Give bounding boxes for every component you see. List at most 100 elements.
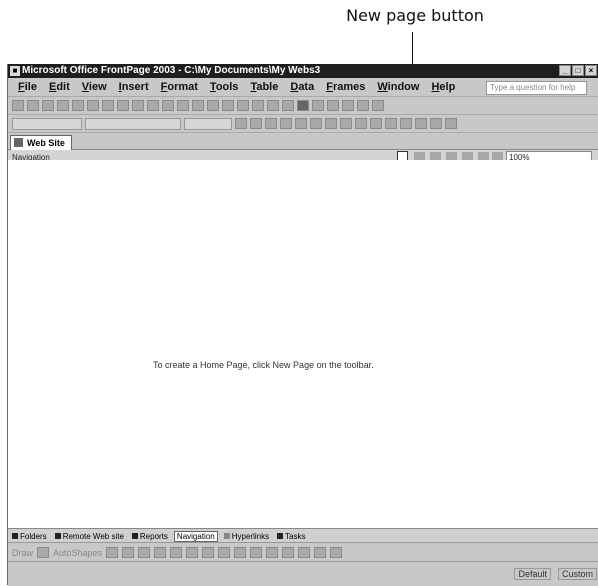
borders-icon[interactable] <box>415 118 427 129</box>
frontpage-icon[interactable]: ■ <box>10 66 20 76</box>
insert-layer-icon[interactable] <box>267 100 279 111</box>
window-controls: _ □ × <box>559 65 597 76</box>
highlight-icon[interactable] <box>430 118 442 129</box>
view-tab-navigation[interactable]: Navigation <box>173 530 218 542</box>
align-center-icon[interactable] <box>295 118 307 129</box>
oval-icon[interactable] <box>154 547 167 558</box>
new-document-icon[interactable] <box>12 100 24 111</box>
view-tab-tasks[interactable]: Tasks <box>275 532 307 541</box>
status-bar: Default Custom <box>8 561 598 586</box>
paste-icon[interactable] <box>177 100 189 111</box>
view-tab-folders[interactable]: Folders <box>10 532 49 541</box>
decrease-indent-icon[interactable] <box>385 118 397 129</box>
shadow-icon[interactable] <box>314 547 327 558</box>
menu-frames[interactable]: Frames <box>320 81 371 93</box>
menu-file[interactable]: File <box>12 81 43 93</box>
menu-data[interactable]: Data <box>284 81 320 93</box>
status-default: Default <box>514 568 551 580</box>
rectangle-icon[interactable] <box>138 547 151 558</box>
publish-icon[interactable] <box>72 100 84 111</box>
insert-picture-icon[interactable] <box>202 547 215 558</box>
application-window: ■ Microsoft Office FrontPage 2003 - C:\M… <box>7 64 598 586</box>
web-component-icon[interactable] <box>237 100 249 111</box>
redo-icon[interactable] <box>222 100 234 111</box>
menu-tools[interactable]: Tools <box>204 81 245 93</box>
bold-icon[interactable] <box>235 118 247 129</box>
align-right-icon[interactable] <box>310 118 322 129</box>
spelling-icon[interactable] <box>132 100 144 111</box>
drawing-icon[interactable] <box>297 100 309 111</box>
arrow-style-icon[interactable] <box>298 547 311 558</box>
minimize-icon[interactable]: _ <box>559 65 571 76</box>
menu-format[interactable]: Format <box>155 81 204 93</box>
close-icon[interactable]: × <box>585 65 597 76</box>
increase-indent-icon[interactable] <box>400 118 412 129</box>
restore-icon[interactable]: □ <box>572 65 584 76</box>
draw-menu[interactable]: Draw <box>12 548 33 558</box>
standard-toolbar <box>8 97 598 115</box>
menu-view[interactable]: View <box>76 81 113 93</box>
bullets-icon[interactable] <box>370 118 382 129</box>
menu-insert[interactable]: Insert <box>113 81 155 93</box>
view-tabs: Folders Remote Web site Reports Navigati… <box>8 528 598 543</box>
help-search-input[interactable]: Type a question for help <box>486 81 587 95</box>
line-style-icon[interactable] <box>266 547 279 558</box>
menu-window[interactable]: Window <box>371 81 425 93</box>
menu-help[interactable]: Help <box>425 81 461 93</box>
increase-font-icon[interactable] <box>340 118 352 129</box>
help-icon[interactable] <box>372 100 384 111</box>
drawing-toolbar: Draw AutoShapes <box>8 542 598 562</box>
autoshapes-menu[interactable]: AutoShapes <box>53 548 102 558</box>
menu-table[interactable]: Table <box>244 81 284 93</box>
3d-icon[interactable] <box>330 547 343 558</box>
font-color-icon[interactable] <box>250 547 263 558</box>
insert-table-icon[interactable] <box>252 100 264 111</box>
web-site-icon <box>14 138 23 147</box>
text-box-icon[interactable] <box>170 547 183 558</box>
line-color-icon[interactable] <box>234 547 247 558</box>
numbering-icon[interactable] <box>355 118 367 129</box>
toggle-pane-icon[interactable] <box>87 100 99 111</box>
format-painter-icon[interactable] <box>192 100 204 111</box>
font-dropdown[interactable] <box>85 117 181 130</box>
dash-style-icon[interactable] <box>282 547 295 558</box>
select-objects-icon[interactable] <box>37 547 50 558</box>
style-dropdown[interactable] <box>12 117 82 130</box>
view-tab-remote-web-site[interactable]: Remote Web site <box>53 532 126 541</box>
menu-edit[interactable]: Edit <box>43 81 76 93</box>
tab-web-site[interactable]: Web Site <box>10 135 72 150</box>
refresh-icon[interactable] <box>327 100 339 111</box>
empty-site-message: To create a Home Page, click New Page on… <box>153 360 374 370</box>
italic-icon[interactable] <box>250 118 262 129</box>
open-icon[interactable] <box>27 100 39 111</box>
arrow-icon[interactable] <box>122 547 135 558</box>
save-icon[interactable] <box>42 100 54 111</box>
preview-icon[interactable] <box>117 100 129 111</box>
fill-color-icon[interactable] <box>218 547 231 558</box>
copy-icon[interactable] <box>162 100 174 111</box>
tab-web-site-label: Web Site <box>27 138 65 148</box>
window-title: Microsoft Office FrontPage 2003 - C:\My … <box>22 65 321 76</box>
document-tab-strip: Web Site <box>8 133 598 150</box>
cut-icon[interactable] <box>147 100 159 111</box>
search-icon[interactable] <box>57 100 69 111</box>
stop-icon[interactable] <box>342 100 354 111</box>
formatting-toolbar <box>8 115 598 133</box>
view-tab-hyperlinks[interactable]: Hyperlinks <box>222 532 271 541</box>
wordart-icon[interactable] <box>186 547 199 558</box>
view-tab-reports[interactable]: Reports <box>130 532 170 541</box>
align-left-icon[interactable] <box>280 118 292 129</box>
justify-icon[interactable] <box>325 118 337 129</box>
navigation-view-area[interactable]: To create a Home Page, click New Page on… <box>8 160 598 528</box>
underline-icon[interactable] <box>265 118 277 129</box>
insert-picture-icon[interactable] <box>282 100 294 111</box>
hyperlink-icon[interactable] <box>312 100 324 111</box>
font-color-icon[interactable] <box>445 118 457 129</box>
undo-icon[interactable] <box>207 100 219 111</box>
menu-bar: File Edit View Insert Format Tools Table… <box>8 78 598 97</box>
show-all-icon[interactable] <box>357 100 369 111</box>
print-icon[interactable] <box>102 100 114 111</box>
line-icon[interactable] <box>106 547 119 558</box>
font-size-dropdown[interactable] <box>184 117 232 130</box>
status-custom: Custom <box>557 568 597 580</box>
